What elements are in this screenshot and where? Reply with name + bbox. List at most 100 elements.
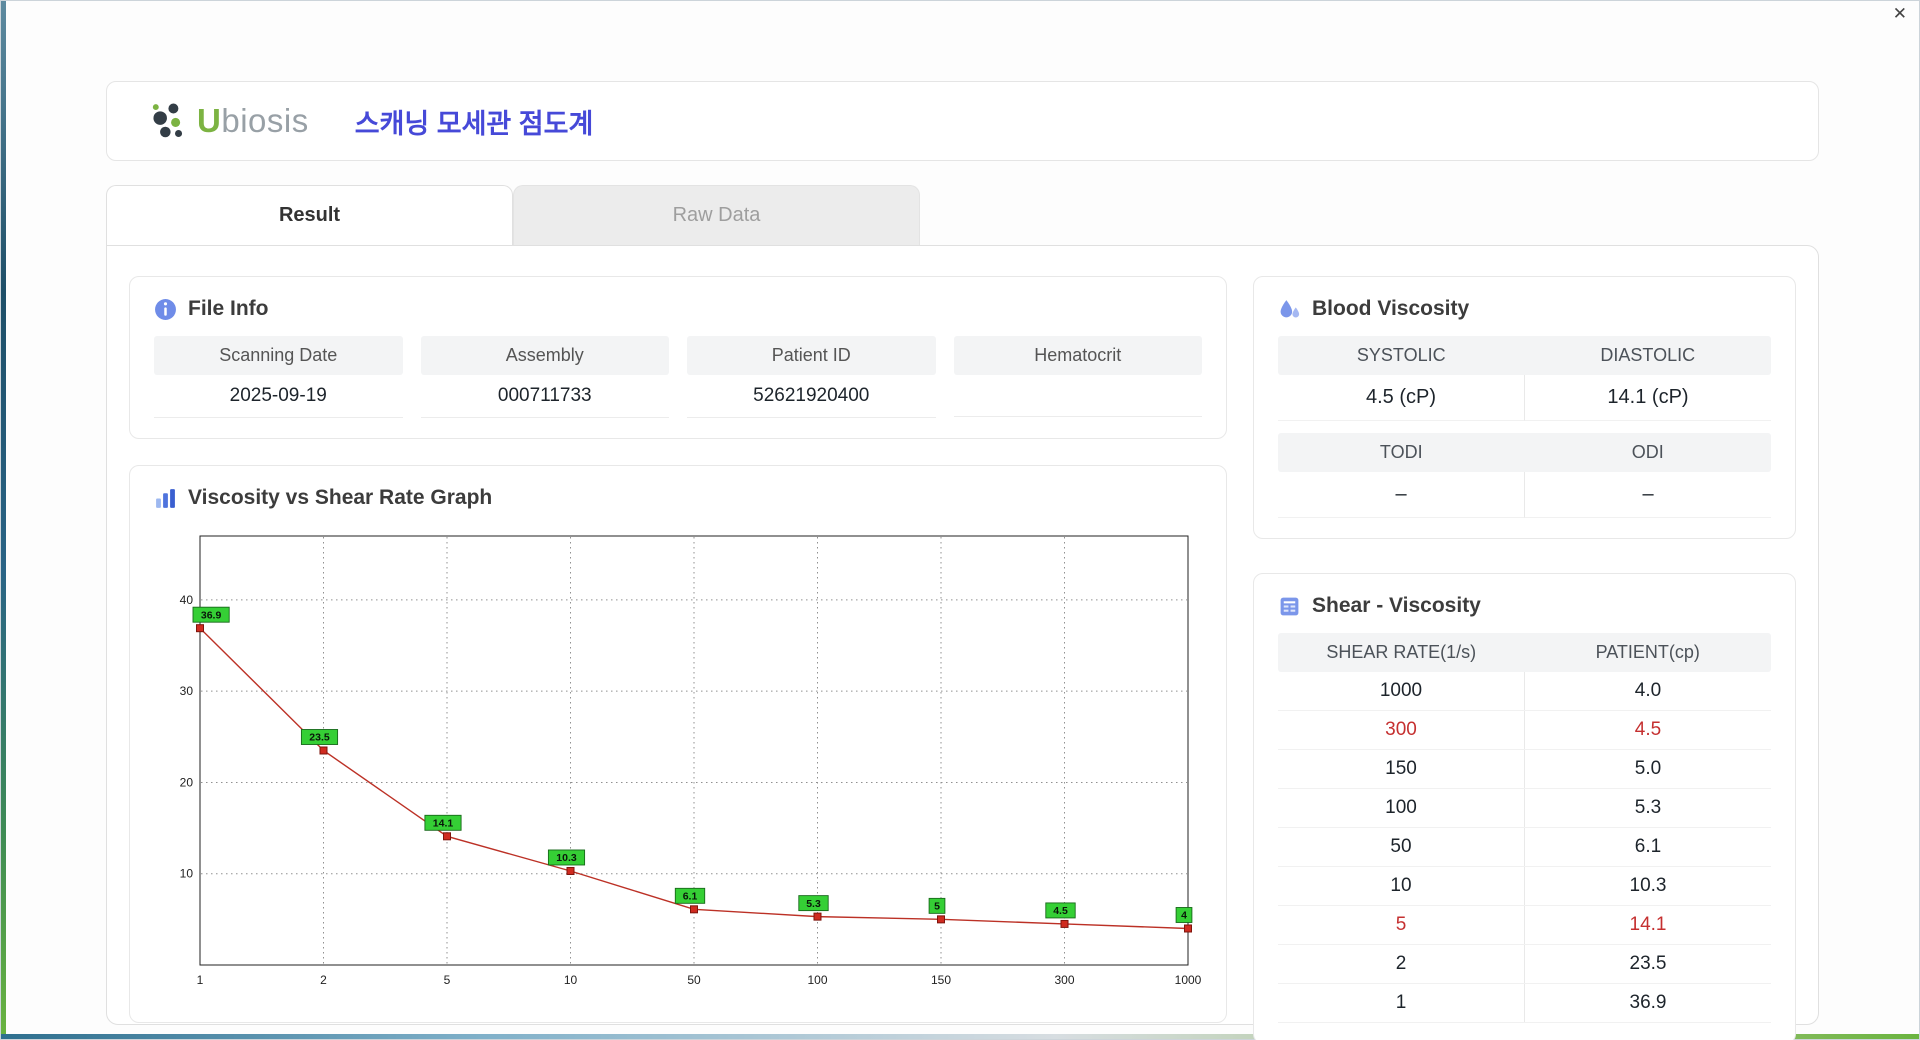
svg-text:23.5: 23.5	[309, 732, 330, 744]
table-row: 1000 4.0	[1278, 672, 1771, 711]
info-icon	[155, 298, 176, 320]
table-row: 50 6.1	[1278, 828, 1771, 867]
bar-chart-icon	[156, 488, 175, 508]
assembly-label: Assembly	[420, 336, 669, 375]
assembly-value: 000711733	[420, 375, 669, 418]
svg-text:150: 150	[931, 973, 951, 987]
tab-raw-data[interactable]: Raw Data	[513, 185, 920, 245]
hematocrit-field: Hematocrit	[953, 336, 1202, 418]
patient-cell: 36.9	[1629, 992, 1667, 1013]
diastolic-value: 14.1 (cP)	[1525, 375, 1771, 421]
table-row: 100 5.3	[1278, 789, 1771, 828]
svg-text:5: 5	[934, 901, 940, 913]
bv-header-band-2: TODI ODI	[1278, 433, 1771, 472]
odi-value: –	[1525, 472, 1771, 518]
app-window: ✕ Ubiosis 스캐닝 모세관 점도계 Result Raw Data Fi…	[0, 0, 1920, 1040]
logo-dots-icon	[152, 103, 183, 138]
todi-value: –	[1278, 472, 1525, 518]
logo-text: Ubiosis	[197, 102, 309, 140]
bv-values-2: – –	[1278, 472, 1771, 518]
left-column: File Info Scanning Date 2025-09-19 Assem…	[129, 276, 1227, 1023]
svg-text:30: 30	[180, 684, 194, 698]
table-grid-icon	[1280, 597, 1299, 615]
file-info-panel: File Info Scanning Date 2025-09-19 Assem…	[129, 276, 1227, 439]
blood-viscosity-panel: Blood Viscosity SYSTOLIC DIASTOLIC 4.5 (…	[1253, 276, 1796, 539]
svg-text:300: 300	[1054, 973, 1074, 987]
assembly-field: Assembly 000711733	[420, 336, 669, 418]
shear-table-header: SHEAR RATE(1/s) PATIENT(cp)	[1278, 633, 1771, 672]
patient-cell: 5.3	[1634, 797, 1662, 818]
svg-text:1000: 1000	[1175, 973, 1202, 987]
scanning-date-field: Scanning Date 2025-09-19	[154, 336, 403, 418]
patient-cell: 23.5	[1629, 953, 1667, 974]
shear-rate-cell: 5	[1278, 906, 1525, 944]
svg-text:5.3: 5.3	[806, 898, 821, 910]
svg-text:4.5: 4.5	[1053, 905, 1068, 917]
scanning-date-value: 2025-09-19	[154, 375, 403, 418]
svg-text:2: 2	[320, 973, 327, 987]
blood-viscosity-title-row: Blood Viscosity	[1278, 297, 1771, 321]
tab-bar: Result Raw Data	[106, 185, 1819, 245]
file-info-fields: Scanning Date 2025-09-19 Assembly 000711…	[154, 336, 1202, 418]
table-row: 150 5.0	[1278, 750, 1771, 789]
ubiosis-logo: Ubiosis	[149, 99, 309, 143]
odi-header: ODI	[1631, 442, 1664, 462]
shear-rate-column-header: SHEAR RATE(1/s)	[1326, 642, 1477, 662]
patient-id-label: Patient ID	[687, 336, 936, 375]
svg-text:100: 100	[807, 973, 827, 987]
graph-title-row: Viscosity vs Shear Rate Graph	[154, 486, 1202, 510]
svg-text:4: 4	[1181, 910, 1187, 922]
table-row: 10 10.3	[1278, 867, 1771, 906]
logo-letters-biosis: biosis	[221, 102, 309, 139]
patient-cell: 4.5	[1634, 719, 1662, 740]
blood-viscosity-title: Blood Viscosity	[1312, 297, 1470, 320]
shear-rate-cell: 50	[1278, 828, 1525, 866]
patient-cell: 14.1	[1629, 914, 1667, 935]
chart-wrap: 10 20 30 40 1 2 5 10 50 100 150 300 1000 36.9 23.5 14.1…	[154, 522, 1202, 1002]
table-row: 5 14.1	[1278, 906, 1771, 945]
tab-result[interactable]: Result	[106, 185, 513, 245]
svg-text:40: 40	[180, 593, 194, 607]
result-tab-panel: File Info Scanning Date 2025-09-19 Assem…	[106, 245, 1819, 1040]
svg-text:10.3: 10.3	[556, 852, 577, 864]
svg-text:10: 10	[564, 973, 578, 987]
right-column: Blood Viscosity SYSTOLIC DIASTOLIC 4.5 (…	[1253, 276, 1796, 1040]
shear-rate-cell: 150	[1278, 750, 1525, 788]
shear-rate-cell: 2	[1278, 945, 1525, 983]
bv-header-band-1: SYSTOLIC DIASTOLIC	[1278, 336, 1771, 375]
svg-text:1: 1	[197, 973, 204, 987]
shear-table-body: 1000 4.0 300 4.5 150 5.0 100 5.3 50 6.1 10 10.3 5 14.…	[1278, 672, 1771, 1023]
patient-column-header: PATIENT(cp)	[1595, 642, 1700, 662]
droplet-icon	[1280, 299, 1300, 317]
table-row: 300 4.5	[1278, 711, 1771, 750]
svg-text:5: 5	[444, 973, 451, 987]
shear-rate-cell: 300	[1278, 711, 1525, 749]
shear-viscosity-title: Shear - Viscosity	[1312, 594, 1481, 617]
diastolic-header: DIASTOLIC	[1600, 345, 1696, 365]
patient-cell: 4.0	[1634, 680, 1662, 701]
todi-header: TODI	[1379, 442, 1423, 462]
bv-values-1: 4.5 (cP) 14.1 (cP)	[1278, 375, 1771, 421]
logo-letter-u: U	[197, 102, 222, 139]
header: Ubiosis 스캐닝 모세관 점도계	[106, 81, 1819, 161]
svg-text:14.1: 14.1	[433, 818, 454, 830]
page-title: 스캐닝 모세관 점도계	[354, 108, 594, 139]
file-info-title-row: File Info	[154, 297, 1202, 321]
main-content: Ubiosis 스캐닝 모세관 점도계 Result Raw Data File…	[106, 81, 1819, 1040]
shear-rate-cell: 100	[1278, 789, 1525, 827]
svg-text:20: 20	[180, 775, 194, 789]
shear-rate-cell: 1000	[1278, 672, 1525, 710]
patient-cell: 10.3	[1629, 875, 1667, 896]
systolic-value: 4.5 (cP)	[1278, 375, 1525, 421]
svg-text:36.9: 36.9	[201, 609, 222, 621]
close-button[interactable]: ✕	[1893, 5, 1907, 22]
shear-viscosity-title-row: Shear - Viscosity	[1278, 594, 1771, 618]
graph-panel: Viscosity vs Shear Rate Graph 10 20 30 40 1 2…	[129, 465, 1227, 1023]
graph-title: Viscosity vs Shear Rate Graph	[188, 486, 493, 509]
patient-id-field: Patient ID 52621920400	[687, 336, 936, 418]
patient-id-value: 52621920400	[687, 375, 936, 418]
shear-rate-cell: 10	[1278, 867, 1525, 905]
hematocrit-value	[953, 375, 1202, 417]
svg-text:10: 10	[180, 867, 194, 881]
table-row: 1 36.9	[1278, 984, 1771, 1023]
